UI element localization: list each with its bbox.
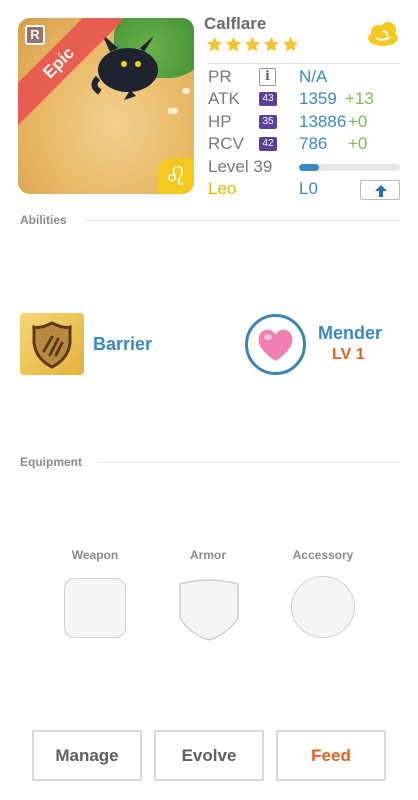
zodiac-sign-label: Leo [208,178,237,198]
star-icon [264,36,279,52]
abilities-section-title: Abilities [20,213,67,227]
level-progress-fill [299,163,320,171]
armor-label: Armor [189,548,226,562]
rcv-level-badge: 42 [259,137,277,152]
stat-row-hp: HP 35 13886 +0 [208,111,400,133]
weapon-label: Weapon [71,548,119,562]
info-icon[interactable]: i [259,68,276,86]
shield-icon [32,321,72,369]
stone [168,108,178,114]
rcv-label: RCV [208,134,244,154]
stat-row-sign: Leo L0 [208,178,400,200]
star-icon [283,36,298,52]
star-icon [207,36,222,52]
stat-row-level: Level 39 [208,156,400,178]
armor-slot[interactable] [178,578,240,641]
star-icon [226,36,241,52]
heart-icon [258,329,293,361]
divider [84,220,400,221]
atk-bonus: +13 [345,89,374,109]
stat-row-rcv: RCV 42 786 +0 [208,133,400,155]
manage-button[interactable]: Manage [32,730,142,781]
rcv-value: 786 [299,134,328,154]
pr-label: PR [208,67,232,86]
zodiac-icon: ♌ [158,158,194,194]
star-rating [206,36,299,53]
atk-value: 1359 [299,89,337,109]
rcv-bonus: +0 [348,134,368,154]
mender-ability-level: LV 1 [332,346,365,363]
atk-label: ATK [208,89,240,109]
divider [98,462,400,463]
evolve-button[interactable]: Evolve [154,730,264,781]
stone [182,88,190,94]
mender-ability-name[interactable]: Mender [318,323,382,344]
atk-level-badge: 43 [259,92,277,107]
rank-badge: R [25,25,45,45]
monster-portrait[interactable]: Epic R ♌ [18,18,194,194]
arrow-up-icon [375,184,387,197]
stat-row-atk: ATK 43 1359 +13 [208,88,400,110]
stat-row-pr: PR i N/A [208,66,400,88]
hp-bonus: +0 [348,111,368,131]
pr-value: N/A [299,67,328,86]
level-progress-bar [299,163,400,171]
cloud-element-icon[interactable] [366,22,400,48]
weapon-slot[interactable] [64,578,126,638]
accessory-slot[interactable] [291,576,355,638]
monster-name: Calflare [204,14,267,33]
mender-ability-icon[interactable] [245,314,306,375]
feed-button[interactable]: Feed [276,730,386,781]
hp-label: HP [208,111,232,131]
hp-value: 13886 [299,111,347,131]
stats-table: PR i N/A ATK 43 1359 +13 HP 35 13886 +0 … [208,63,400,200]
accessory-label: Accessory [292,548,354,562]
star-icon [245,36,260,52]
upgrade-button[interactable] [360,179,400,200]
equipment-section-title: Equipment [20,455,82,469]
sign-level-value: L0 [299,178,318,198]
hp-level-badge: 35 [259,114,277,129]
barrier-ability-name[interactable]: Barrier [93,334,152,355]
armor-slot-shape [179,579,239,641]
level-label: Level 39 [208,156,273,176]
barrier-ability-icon[interactable] [20,313,84,375]
